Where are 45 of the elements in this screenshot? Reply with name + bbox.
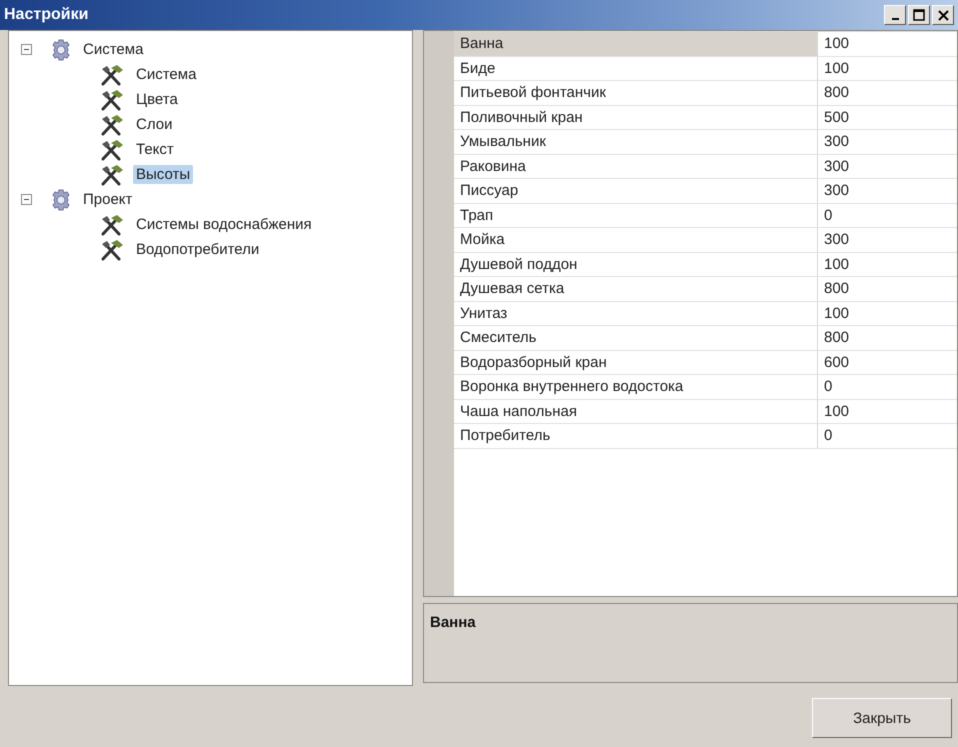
- property-value[interactable]: 300: [818, 130, 957, 154]
- close-dialog-button[interactable]: Закрыть: [812, 698, 952, 738]
- property-value[interactable]: 300: [818, 228, 957, 252]
- property-value[interactable]: 100: [818, 32, 957, 56]
- tree-item[interactable]: Слои: [133, 115, 176, 134]
- maximize-button[interactable]: [908, 5, 930, 25]
- tree-item[interactable]: Цвета: [133, 90, 181, 109]
- property-value[interactable]: 600: [818, 350, 957, 374]
- property-value[interactable]: 100: [818, 56, 957, 80]
- description-title: Ванна: [430, 614, 476, 631]
- tree-item[interactable]: Система: [133, 65, 200, 84]
- property-value[interactable]: 0: [818, 424, 957, 448]
- window-title: Настройки: [4, 6, 88, 24]
- tools-icon: [99, 138, 125, 160]
- tools-icon: [99, 114, 125, 136]
- close-icon: [938, 10, 948, 20]
- tree-item[interactable]: Текст: [133, 140, 177, 159]
- minimize-icon: [892, 18, 898, 20]
- tools-icon: [99, 88, 125, 110]
- property-value[interactable]: 100: [818, 400, 957, 423]
- tree-item[interactable]: Проект: [80, 190, 136, 209]
- property-value[interactable]: 500: [818, 106, 957, 129]
- gear-icon: [50, 38, 72, 60]
- property-name[interactable]: Ванна: [454, 32, 818, 56]
- property-value[interactable]: 100: [818, 252, 957, 276]
- minimize-button[interactable]: [884, 5, 906, 25]
- property-value[interactable]: 0: [818, 375, 957, 398]
- tools-icon: [99, 238, 125, 260]
- property-value[interactable]: 800: [818, 277, 957, 300]
- property-value[interactable]: 300: [818, 179, 957, 202]
- tree-item[interactable]: Системы водоснабжения: [133, 215, 315, 234]
- tools-icon: [99, 64, 125, 86]
- tools-icon: [99, 214, 125, 236]
- property-value[interactable]: 300: [818, 154, 957, 178]
- property-value[interactable]: 800: [818, 81, 957, 104]
- close-button[interactable]: [932, 5, 954, 25]
- property-value[interactable]: 100: [818, 302, 957, 325]
- property-value[interactable]: 800: [818, 326, 957, 350]
- property-value[interactable]: 0: [818, 204, 957, 227]
- maximize-icon: [913, 9, 925, 21]
- tools-icon: [99, 164, 125, 186]
- tree-item[interactable]: Высоты: [133, 165, 194, 184]
- gear-icon: [50, 188, 72, 210]
- tree-item[interactable]: Водопотребители: [133, 240, 262, 259]
- tree-item[interactable]: Система: [80, 40, 146, 59]
